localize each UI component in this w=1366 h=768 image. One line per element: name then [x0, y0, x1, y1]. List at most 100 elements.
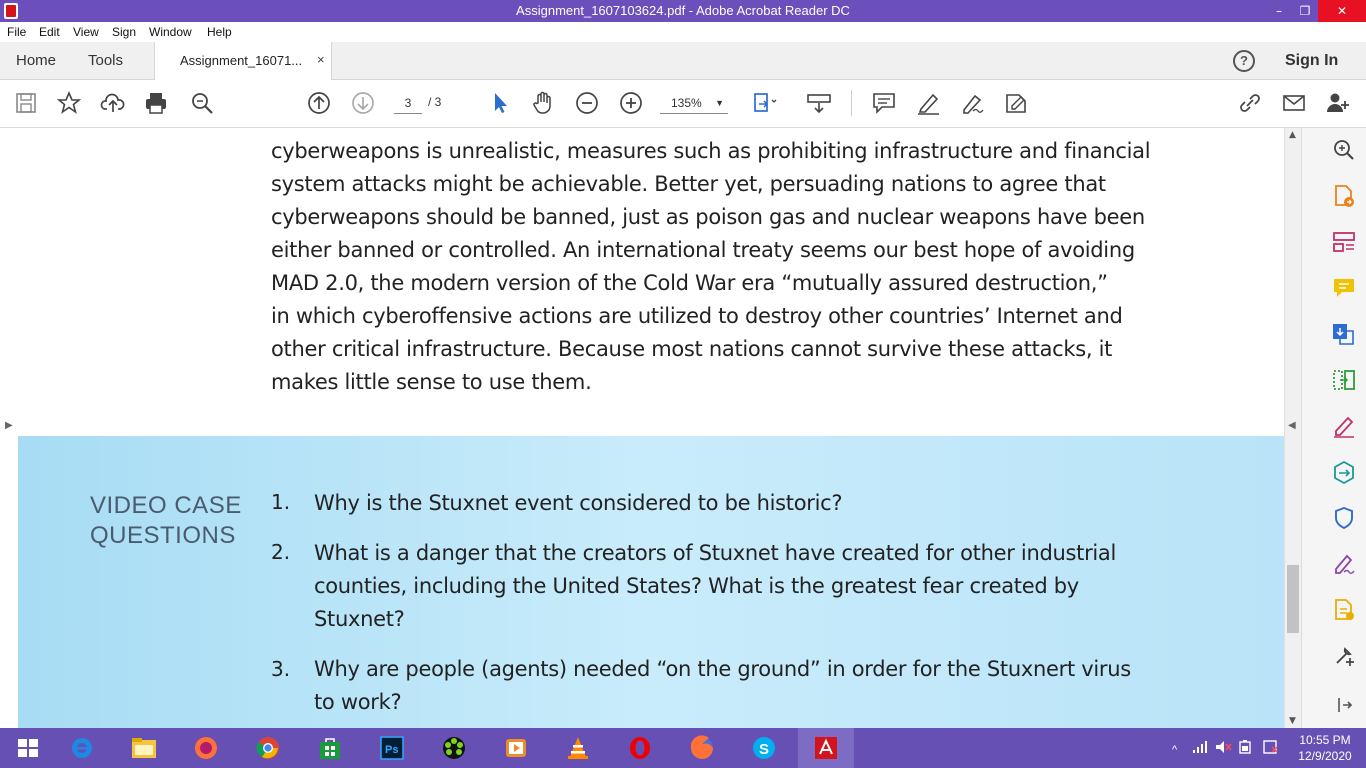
window-title: Assignment_1607103624.pdf - Adobe Acroba… [516, 3, 850, 18]
vertical-scrollbar[interactable]: ▲ ◀ ▼ [1284, 128, 1301, 728]
tray-overflow-icon[interactable]: ^ [1172, 744, 1177, 756]
upload-cloud-icon[interactable] [100, 90, 126, 116]
collapse-panel-icon[interactable] [1331, 692, 1357, 718]
tab-home[interactable]: Home [16, 42, 56, 80]
body-paragraph: cyberweapons is unrealistic, measures su… [271, 135, 1171, 399]
video-player-icon[interactable] [488, 728, 544, 768]
zoom-search-icon[interactable] [189, 90, 215, 116]
skype-icon[interactable]: S [736, 728, 792, 768]
restore-button[interactable]: ❐ [1290, 0, 1320, 22]
edit-pdf-icon[interactable] [1331, 413, 1357, 439]
hand-tool-icon[interactable] [530, 90, 556, 116]
question-number: 3. [271, 657, 291, 681]
menu-help[interactable]: Help [207, 25, 232, 39]
question-number: 2. [271, 540, 291, 564]
close-window-button[interactable]: ✕ [1318, 0, 1366, 22]
battery-icon[interactable] [1239, 740, 1255, 757]
add-person-icon[interactable] [1325, 90, 1351, 116]
email-icon[interactable] [1281, 90, 1307, 116]
scrolling-mode-icon[interactable] [806, 90, 832, 116]
scroll-up-arrow-icon[interactable]: ▲ [1289, 130, 1296, 140]
menu-view[interactable]: View [73, 25, 99, 39]
clock-date: 12/9/2020 [1298, 749, 1352, 763]
body-line: cyberweapons is unrealistic, measures su… [271, 139, 1151, 163]
close-tab-icon[interactable]: × [317, 52, 325, 67]
menu-window[interactable]: Window [149, 25, 192, 39]
firefox-alt-icon[interactable] [674, 728, 730, 768]
print-icon[interactable] [143, 90, 169, 116]
file-explorer-icon[interactable] [116, 728, 172, 768]
menu-sign[interactable]: Sign [112, 25, 136, 39]
tab-document[interactable]: Assignment_16071... × [154, 42, 332, 81]
left-panel-toggle-strip: ▶ [0, 128, 18, 728]
svg-text:Ps: Ps [385, 744, 398, 756]
question-text: Why are people (agents) needed “on the g… [314, 653, 1144, 719]
heading-line: VIDEO CASE [90, 492, 242, 519]
zoom-out-icon[interactable] [574, 90, 600, 116]
bookmark-star-icon[interactable] [56, 90, 82, 116]
question-line: to work? [314, 690, 402, 714]
help-icon[interactable]: ? [1233, 50, 1255, 72]
menu-file[interactable]: File [7, 25, 26, 39]
title-bar: Assignment_1607103624.pdf - Adobe Acroba… [0, 0, 1366, 22]
icq-icon[interactable] [426, 728, 482, 768]
scroll-down-arrow-icon[interactable]: ▼ [1289, 716, 1296, 726]
store-icon[interactable] [302, 728, 358, 768]
expand-left-panel-icon[interactable]: ▶ [5, 420, 13, 431]
zoom-level-value: 135% [671, 96, 702, 110]
protect-shield-icon[interactable] [1331, 505, 1357, 531]
organize-pages-icon[interactable] [1331, 229, 1357, 255]
fill-and-sign-icon[interactable] [1331, 551, 1357, 577]
page-total: / 3 [428, 95, 442, 109]
chrome-icon[interactable] [240, 728, 296, 768]
comment-icon[interactable] [871, 90, 897, 116]
start-button[interactable] [0, 728, 56, 768]
internet-explorer-icon[interactable] [54, 728, 110, 768]
opera-icon[interactable] [612, 728, 668, 768]
send-for-review-icon[interactable] [1331, 459, 1357, 485]
toolbar-divider [851, 90, 852, 116]
menu-edit[interactable]: Edit [39, 25, 60, 39]
chevron-down-icon: ▼ [715, 98, 724, 108]
export-pdf-icon[interactable] [1331, 183, 1357, 209]
menu-bar: File Edit View Sign Window Help [0, 22, 1366, 42]
more-tools-file-icon[interactable] [1331, 597, 1357, 623]
page-number-input[interactable]: 3 [394, 94, 422, 114]
volume-muted-icon[interactable] [1216, 741, 1232, 756]
vlc-icon[interactable] [550, 728, 606, 768]
previous-page-icon[interactable] [306, 90, 332, 116]
next-page-icon[interactable] [350, 90, 376, 116]
body-line: makes little sense to use them. [271, 370, 592, 394]
link-icon[interactable] [1237, 90, 1263, 116]
sign-in-link[interactable]: Sign In [1285, 52, 1338, 70]
body-line: other critical infrastructure. Because m… [271, 337, 1113, 361]
sign-pen-icon[interactable] [959, 90, 985, 116]
highlight-pen-icon[interactable] [915, 90, 941, 116]
collapse-right-panel-icon[interactable]: ◀ [1288, 420, 1296, 431]
fill-sign-icon[interactable] [1003, 90, 1029, 116]
scrollbar-thumb[interactable] [1287, 565, 1299, 633]
comment-tool-icon[interactable] [1331, 275, 1357, 301]
save-icon[interactable] [13, 90, 39, 116]
photoshop-icon[interactable]: Ps [364, 728, 420, 768]
system-clock[interactable]: 10:55 PM 12/9/2020 [1294, 732, 1356, 764]
body-line: system attacks might be achievable. Bett… [271, 172, 1106, 196]
zoom-in-icon[interactable] [618, 90, 644, 116]
select-cursor-icon[interactable] [487, 90, 513, 116]
question-text: What is a danger that the creators of St… [314, 537, 1144, 636]
tab-tools[interactable]: Tools [88, 42, 123, 80]
network-signal-icon[interactable] [1193, 741, 1209, 756]
customize-tools-icon[interactable] [1331, 643, 1357, 669]
heading-line: QUESTIONS [90, 522, 236, 549]
acrobat-reader-icon[interactable] [798, 728, 854, 768]
video-case-heading: VIDEO CASE QUESTIONS [90, 491, 242, 551]
search-zoom-icon[interactable] [1331, 137, 1357, 163]
svg-text:S: S [759, 741, 769, 758]
firefox-icon[interactable] [178, 728, 234, 768]
create-pdf-icon[interactable] [1331, 321, 1357, 347]
action-center-icon[interactable] [1263, 740, 1279, 757]
zoom-level-select[interactable]: 135% ▼ [660, 94, 728, 114]
page-fit-icon[interactable] [752, 90, 778, 116]
question-line: counties, including the United States? W… [314, 574, 1079, 598]
compare-files-icon[interactable] [1331, 367, 1357, 393]
